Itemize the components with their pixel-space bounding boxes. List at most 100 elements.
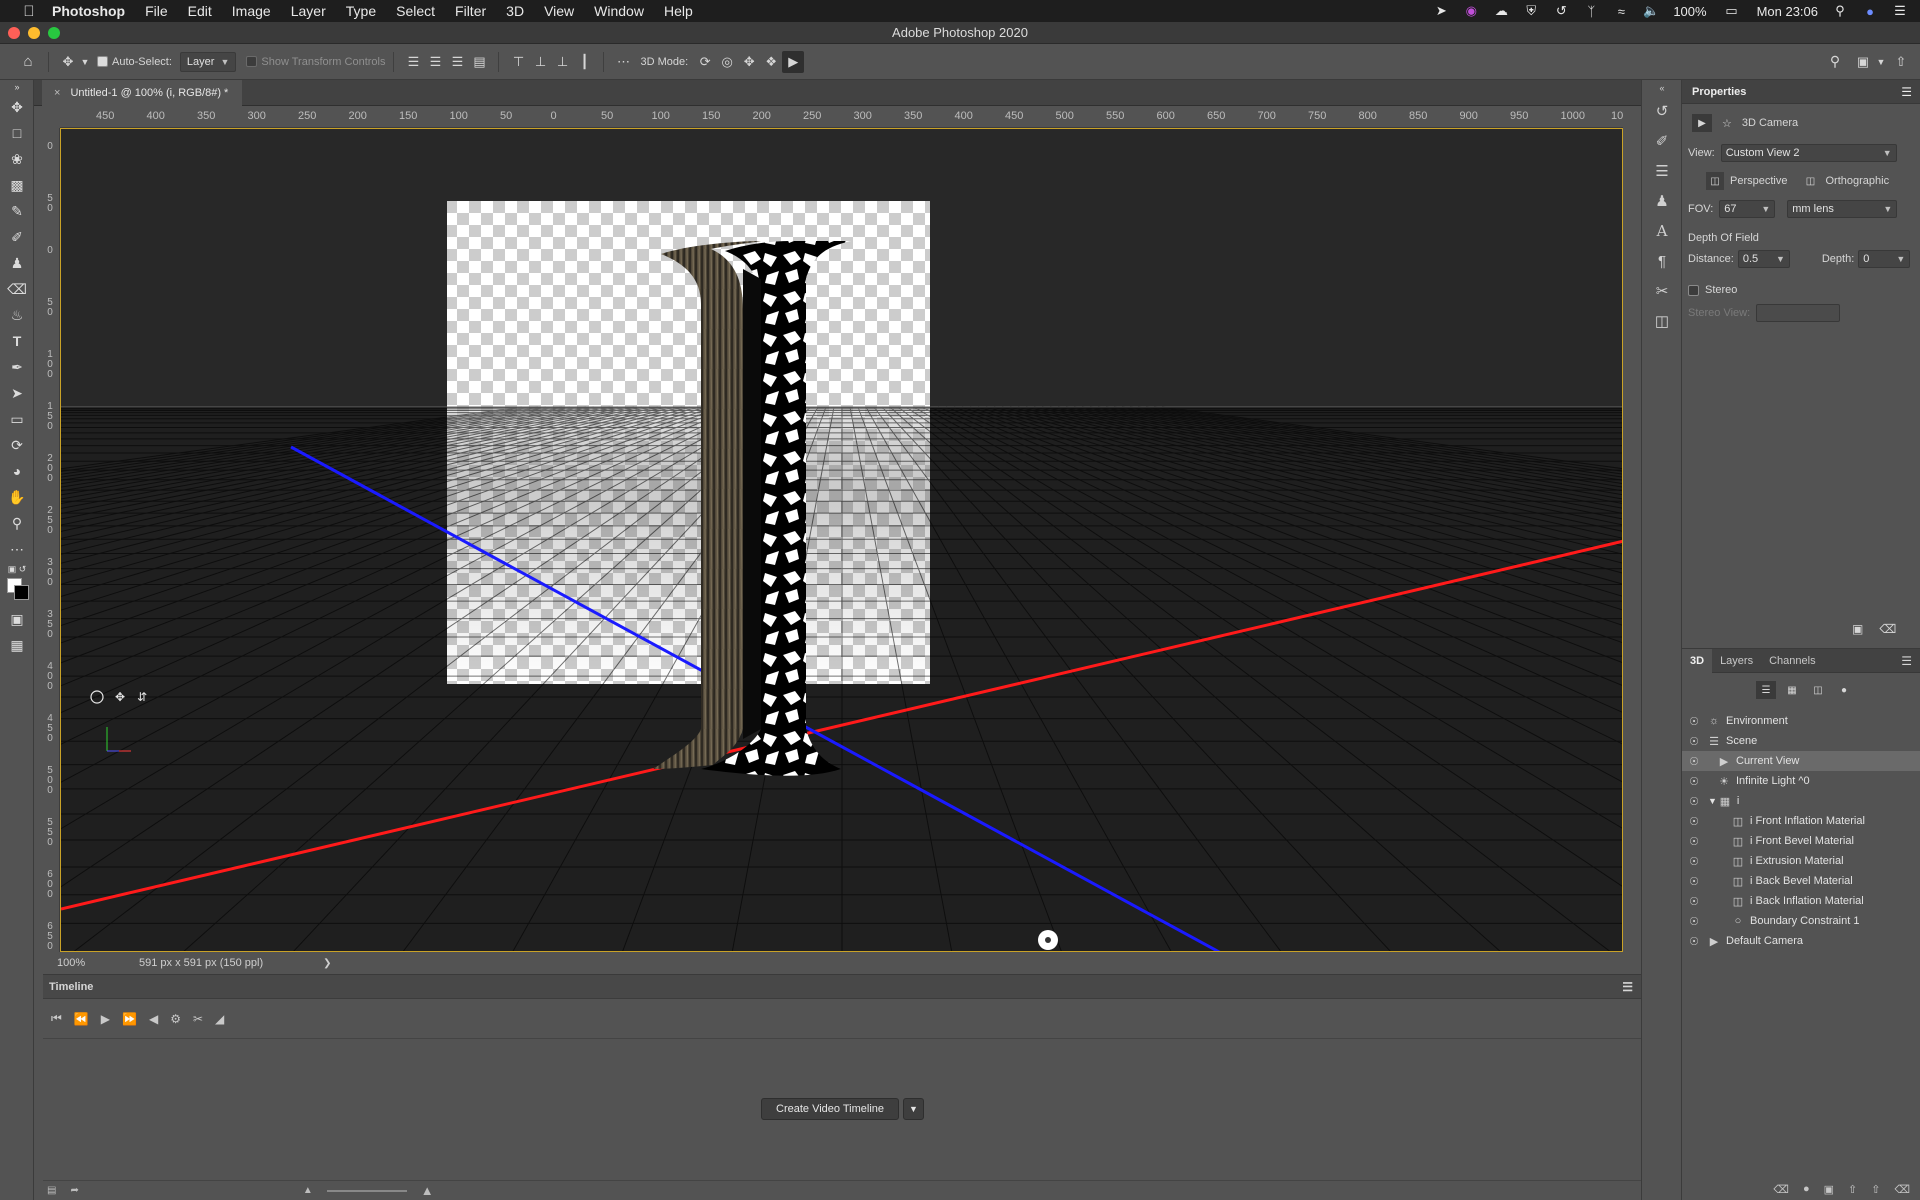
move-tool-icon[interactable]: ✥: [57, 51, 79, 73]
video-camera-icon[interactable]: ▶: [782, 50, 805, 73]
canvas[interactable]: ✥ ⇵: [60, 128, 1623, 952]
align-top-icon[interactable]: ⊤: [507, 51, 529, 73]
auto-select-checkbox[interactable]: [97, 56, 108, 67]
collapse-icon[interactable]: «: [1642, 80, 1682, 96]
menu-image[interactable]: Image: [222, 3, 281, 19]
bluetooth-icon[interactable]: ᛉ: [1583, 4, 1599, 19]
panel-menu-icon[interactable]: ☰: [1901, 654, 1912, 668]
eraser-icon[interactable]: ⌫: [0, 276, 34, 302]
lasso-icon[interactable]: ❀: [0, 146, 34, 172]
apple-icon[interactable]: : [18, 3, 40, 20]
visibility-eye-icon[interactable]: ☉: [1682, 935, 1706, 948]
auto-select-target-dropdown[interactable]: Layer ▼: [179, 51, 237, 72]
menu-select[interactable]: Select: [386, 3, 445, 19]
orthographic-label[interactable]: Orthographic: [1825, 175, 1889, 187]
panel-menu-icon[interactable]: ☰: [1901, 85, 1912, 99]
cloud-icon[interactable]: ☁: [1493, 3, 1509, 18]
camera-options-icon[interactable]: ☆: [1722, 117, 1732, 130]
edit-toolbar-icon[interactable]: ⋯: [0, 536, 34, 562]
orbit-3d-icon[interactable]: ⟳: [694, 51, 716, 73]
next-frame-icon[interactable]: ⏩: [122, 1012, 137, 1026]
menu-help[interactable]: Help: [654, 3, 703, 19]
status-chevron-icon[interactable]: ❯: [323, 958, 331, 969]
vertical-ruler[interactable]: 0500501001502002503003504004505005506006…: [43, 128, 60, 952]
tab-channels[interactable]: Channels: [1761, 649, 1823, 673]
expand-chevron-icon[interactable]: ▼: [1708, 796, 1717, 806]
shield-icon[interactable]: ⛨: [1523, 3, 1539, 18]
clone-stamp-icon[interactable]: ♟: [0, 250, 34, 276]
3d-camera-icon[interactable]: ◕: [0, 458, 34, 484]
export-icon[interactable]: ⇧: [1871, 1183, 1880, 1196]
volume-icon[interactable]: 🔈: [1643, 3, 1659, 18]
visibility-eye-icon[interactable]: ☉: [1682, 875, 1706, 888]
creative-cloud-icon[interactable]: ◉: [1463, 3, 1479, 18]
distribute-horizontal-icon[interactable]: ┃: [573, 51, 595, 73]
split-icon[interactable]: ✂: [193, 1012, 203, 1026]
path-selection-icon[interactable]: ➤: [0, 380, 34, 406]
transition-icon[interactable]: ◢: [215, 1012, 224, 1026]
3d-orbit-icon[interactable]: ⟳: [0, 432, 34, 458]
menu-layer[interactable]: Layer: [281, 3, 336, 19]
render-icon[interactable]: ▣: [1852, 622, 1863, 636]
layer-row-material[interactable]: ☉ ◫ i Back Bevel Material: [1682, 871, 1920, 891]
siri-icon[interactable]: ●: [1862, 4, 1878, 19]
layer-row-material[interactable]: ☉ ◫ i Extrusion Material: [1682, 851, 1920, 871]
create-video-timeline-button[interactable]: Create Video Timeline: [761, 1098, 900, 1120]
character-icon[interactable]: A: [1642, 216, 1682, 246]
align-center-icon[interactable]: ☰: [424, 51, 446, 73]
visibility-eye-icon[interactable]: ☉: [1682, 715, 1706, 728]
visibility-eye-icon[interactable]: ☉: [1682, 735, 1706, 748]
menu-app-name[interactable]: Photoshop: [40, 3, 135, 19]
menu-edit[interactable]: Edit: [178, 3, 222, 19]
trash-icon[interactable]: ⌫: [1879, 622, 1896, 636]
collapse-icon[interactable]: »: [0, 80, 34, 94]
layer-row-material[interactable]: ☉ ◫ i Back Inflation Material: [1682, 891, 1920, 911]
menu-file[interactable]: File: [135, 3, 178, 19]
layer-row-default-camera[interactable]: ☉ ▶ Default Camera: [1682, 931, 1920, 951]
new-object-icon[interactable]: ⇧: [1848, 1183, 1857, 1196]
screen-mode-icon[interactable]: ▦: [0, 632, 34, 658]
drag-3d-icon[interactable]: ✥: [738, 51, 760, 73]
adjustments-icon[interactable]: ☰: [1642, 156, 1682, 186]
object-selection-icon[interactable]: ▩: [0, 172, 34, 198]
move-tool-icon[interactable]: ✥: [0, 94, 34, 120]
more-options-icon[interactable]: ⋯: [612, 51, 634, 73]
layer-row-material[interactable]: ☉ ◫ i Front Inflation Material: [1682, 811, 1920, 831]
tab-3d[interactable]: 3D: [1682, 648, 1713, 673]
spotlight-search-icon[interactable]: ⚲: [1832, 3, 1848, 18]
fov-input[interactable]: 67 ▼: [1719, 200, 1776, 218]
show-transform-option[interactable]: Show Transform Controls: [246, 56, 385, 68]
brush-settings-icon[interactable]: ✐: [1642, 126, 1682, 156]
layer-row-infinite-light[interactable]: ☉ ☀ Infinite Light ^0: [1682, 771, 1920, 791]
swap-colors-icon[interactable]: ▣ ↺: [0, 562, 34, 576]
libraries-icon[interactable]: ◫: [1642, 306, 1682, 336]
video-camera-icon[interactable]: ▶: [1692, 114, 1712, 132]
materials-filter-icon[interactable]: ◫: [1808, 681, 1828, 699]
lights-filter-icon[interactable]: ●: [1834, 681, 1854, 699]
meshes-filter-icon[interactable]: ▦: [1782, 681, 1802, 699]
add-light-icon[interactable]: ●: [1803, 1183, 1810, 1195]
document-tab[interactable]: × Untitled-1 @ 100% (i, RGB/8#) *: [42, 80, 243, 106]
tab-layers[interactable]: Layers: [1712, 649, 1761, 673]
eyedropper-icon[interactable]: ✎: [0, 198, 34, 224]
pen-tool-icon[interactable]: ✒: [0, 354, 34, 380]
menu-filter[interactable]: Filter: [445, 3, 496, 19]
layer-row-environment[interactable]: ☉ ☼ Environment: [1682, 711, 1920, 731]
3d-scene[interactable]: ✥ ⇵: [61, 129, 1623, 952]
perspective-label[interactable]: Perspective: [1730, 175, 1787, 187]
settings-icon[interactable]: ⚙: [170, 1012, 181, 1026]
zoom-in-mountain-icon[interactable]: ▲: [421, 1183, 434, 1198]
menu-type[interactable]: Type: [336, 3, 386, 19]
show-transform-checkbox[interactable]: [246, 56, 258, 67]
render-icon[interactable]: ▣: [1824, 1183, 1834, 1196]
history-icon[interactable]: ↺: [1642, 96, 1682, 126]
align-right-icon[interactable]: ☰: [446, 51, 468, 73]
battery-percent[interactable]: 100%: [1673, 4, 1706, 19]
menu-3d[interactable]: 3D: [496, 3, 534, 19]
workspace-dropdown-icon[interactable]: ▼: [1876, 51, 1886, 73]
layer-row-scene[interactable]: ☉ ☰ Scene: [1682, 731, 1920, 751]
align-middle-icon[interactable]: ⊥: [529, 51, 551, 73]
type-tool-icon[interactable]: T: [0, 328, 34, 354]
close-tab-icon[interactable]: ×: [54, 87, 60, 99]
quick-mask-icon[interactable]: ▣: [0, 606, 34, 632]
